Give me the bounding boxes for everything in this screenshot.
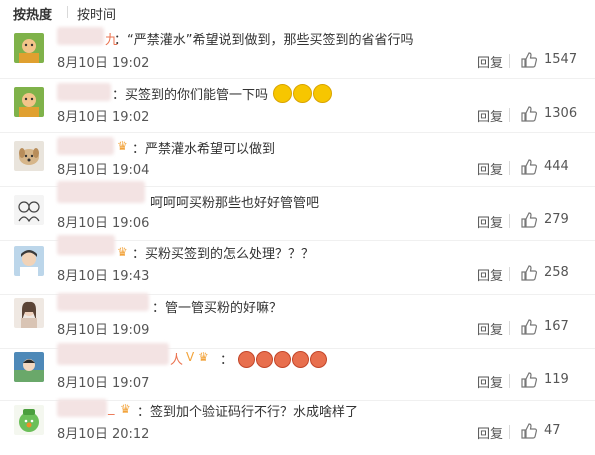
crown-badge-icon: ♛ — [117, 245, 128, 259]
comment-time: 8月10日 19:06 — [57, 216, 150, 231]
comment-text: 呵呵呵买粉那些也好好管管吧 — [150, 196, 320, 211]
thumbs-up-icon[interactable] — [520, 318, 538, 336]
thumbs-up-icon[interactable] — [520, 158, 538, 176]
thumbs-up-icon[interactable] — [520, 422, 538, 440]
comment-item: 人 V ♛ ： 8月10日 19:07 回复 119 — [0, 343, 595, 403]
thumbs-up-icon[interactable] — [520, 371, 538, 389]
reply-button[interactable]: 回复 — [477, 319, 503, 338]
comment-text-body: ： — [220, 353, 234, 368]
thumbs-up-icon[interactable] — [520, 105, 538, 123]
like-count: 47 — [544, 423, 561, 438]
comment-time: 8月10日 19:07 — [57, 376, 150, 391]
sort-divider — [67, 6, 68, 18]
action-divider — [509, 161, 510, 175]
action-divider — [509, 425, 510, 439]
comment-time: 8月10日 19:02 — [57, 110, 150, 125]
like-count: 1306 — [544, 106, 578, 121]
thumbs-up-icon[interactable] — [520, 211, 538, 229]
reply-button[interactable]: 回复 — [477, 372, 503, 391]
emoji-icon — [238, 351, 256, 368]
reply-button[interactable]: 回复 — [477, 52, 503, 71]
emoji-icon — [292, 351, 310, 368]
emoji-icon — [310, 351, 328, 368]
comment-text: ：买签到的你们能管一下吗 — [112, 84, 333, 103]
like-count: 167 — [544, 319, 569, 334]
username-mask — [57, 343, 169, 365]
username-mask — [57, 137, 114, 155]
like-count: 258 — [544, 265, 569, 280]
reply-button[interactable]: 回复 — [477, 265, 503, 284]
comment-item: ：买签到的你们能管一下吗 8月10日 19:02 回复 1306 — [0, 78, 595, 133]
comment-item: ♛ ：买粉买签到的怎么处理？？？ 8月10日 19:43 回复 258 — [0, 235, 595, 295]
thumbs-up-icon[interactable] — [520, 51, 538, 69]
emoji-icon — [274, 351, 292, 368]
comment-time: 8月10日 19:04 — [57, 163, 150, 178]
crown-badge-icon: ♛ — [117, 139, 128, 153]
reply-button[interactable]: 回复 — [477, 159, 503, 178]
comment-item: 九 ：“严禁灌水”希望说到做到，那些买签到的省省行吗 8月10日 19:02 回… — [0, 24, 595, 78]
reply-button[interactable]: 回复 — [477, 423, 503, 442]
comment-text: ：严禁灌水希望可以做到 — [132, 142, 276, 157]
emoji-icon — [313, 84, 333, 103]
comment-time: 8月10日 19:02 — [57, 56, 150, 71]
comment-item: 呵呵呵买粉那些也好好管管吧 8月10日 19:06 回复 279 — [0, 181, 595, 241]
sort-bar: 按热度 按时间 — [0, 0, 595, 24]
username-mask — [57, 235, 115, 255]
comment-time: 8月10日 20:12 — [57, 427, 150, 442]
crown-badge-icon: ♛ — [120, 402, 131, 416]
avatar[interactable] — [14, 195, 44, 225]
emoji-icon — [256, 351, 274, 368]
sort-by-hot-tab[interactable]: 按热度 — [13, 4, 52, 23]
crown-badge-icon: V ♛ — [186, 350, 209, 364]
comment-text: ：“严禁灌水”希望说到做到，那些买签到的省省行吗 — [114, 33, 414, 48]
username[interactable]: 人 — [170, 349, 183, 368]
comment-item: ：管一管买粉的好嘛？ 8月10日 19:09 回复 167 — [0, 293, 595, 349]
sort-by-time-tab[interactable]: 按时间 — [77, 4, 116, 23]
avatar[interactable] — [14, 33, 44, 63]
like-count: 279 — [544, 212, 569, 227]
comment-text: ：买粉买签到的怎么处理？？？ — [132, 247, 315, 262]
comment-time: 8月10日 19:43 — [57, 269, 150, 284]
thumbs-up-icon[interactable] — [520, 264, 538, 282]
username-mask — [57, 27, 104, 45]
reply-button[interactable]: 回复 — [477, 106, 503, 125]
like-count: 1547 — [544, 52, 578, 67]
comment-text: ：管一管买粉的好嘛？ — [152, 301, 283, 316]
avatar[interactable] — [14, 405, 44, 435]
avatar[interactable] — [14, 246, 44, 276]
avatar[interactable] — [14, 298, 44, 328]
username-mask — [57, 181, 145, 203]
comment-text: ：签到加个验证码行不行？水成啥样了 — [137, 405, 359, 420]
comment-text-body: ：买签到的你们能管一下吗 — [112, 88, 269, 103]
action-divider — [509, 54, 510, 68]
action-divider — [509, 267, 510, 281]
avatar[interactable] — [14, 87, 44, 117]
emoji-icon — [293, 84, 313, 103]
emoji-icon — [273, 84, 293, 103]
action-divider — [509, 321, 510, 335]
username-mask — [57, 399, 107, 417]
like-count: 119 — [544, 372, 569, 387]
username-mask — [57, 293, 149, 311]
avatar[interactable] — [14, 141, 44, 171]
reply-button[interactable]: 回复 — [477, 212, 503, 231]
like-count: 444 — [544, 159, 569, 174]
action-divider — [509, 214, 510, 228]
comment-text: ： — [220, 349, 328, 368]
avatar[interactable] — [14, 352, 44, 382]
action-divider — [509, 108, 510, 122]
username[interactable]: _ — [108, 401, 115, 416]
comment-item: ♛ ：严禁灌水希望可以做到 8月10日 19:04 回复 444 — [0, 132, 595, 187]
username-mask — [57, 83, 111, 101]
action-divider — [509, 374, 510, 388]
comment-time: 8月10日 19:09 — [57, 323, 150, 338]
